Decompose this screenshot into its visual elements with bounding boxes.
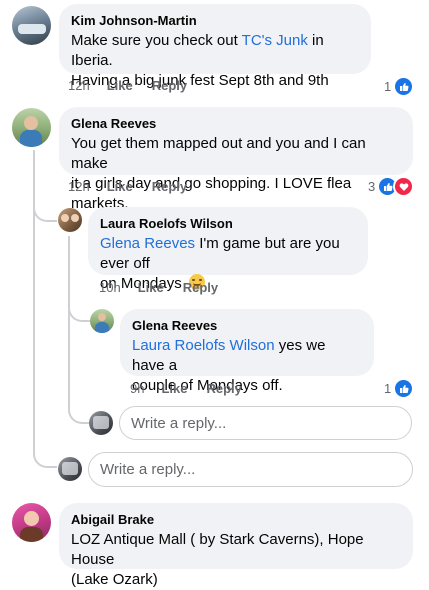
mention-link[interactable]: Laura Roelofs Wilson: [132, 337, 275, 354]
comment-time[interactable]: 12h: [68, 78, 90, 94]
page-link[interactable]: TC's Junk: [242, 32, 308, 49]
reply-input[interactable]: Write a reply...: [88, 452, 413, 487]
comment-meta: 9h Like Reply: [130, 381, 261, 397]
like-button[interactable]: Like: [138, 280, 164, 296]
comment-bubble: Glena Reeves You get them mapped out and…: [59, 107, 413, 212]
comment-bubble: Kim Johnson-Martin Make sure you check o…: [59, 4, 371, 89]
avatar: [89, 411, 113, 435]
comment-text-segment: (Lake Ozark): [71, 571, 158, 588]
avatar[interactable]: [58, 208, 82, 232]
comment-author[interactable]: Glena Reeves: [71, 115, 401, 132]
reply-button[interactable]: Reply: [183, 280, 218, 296]
comment-author[interactable]: Glena Reeves: [132, 317, 362, 334]
reply-button[interactable]: Reply: [152, 179, 187, 195]
reply-button[interactable]: Reply: [152, 78, 187, 94]
comment-text-segment: LOZ Antique Mall ( by Stark Caverns), Ho…: [71, 531, 364, 568]
comment-text: You get them mapped out and you and I ca…: [71, 134, 401, 214]
reaction-count: 1: [384, 78, 392, 94]
comment-meta: 12h Like Reply: [68, 179, 206, 195]
reaction-count: 1: [384, 380, 392, 396]
like-icon: [393, 76, 415, 97]
comment-author[interactable]: Kim Johnson-Martin: [71, 12, 359, 29]
comment-text-segment: You get them mapped out and you and I ca…: [71, 135, 366, 172]
avatar: [58, 457, 82, 481]
comment-author[interactable]: Abigail Brake: [71, 511, 401, 528]
comment-text: LOZ Antique Mall ( by Stark Caverns), Ho…: [71, 530, 401, 590]
comment-time[interactable]: 9h: [130, 381, 144, 397]
reply-button[interactable]: Reply: [206, 381, 241, 397]
mention-link[interactable]: Glena Reeves: [100, 235, 195, 252]
comment-time[interactable]: 12h: [68, 179, 90, 195]
reaction-summary[interactable]: 3: [368, 176, 415, 197]
avatar[interactable]: [90, 309, 114, 333]
like-button[interactable]: Like: [107, 78, 133, 94]
love-icon: [393, 176, 415, 197]
comment-time[interactable]: 10h: [99, 280, 121, 296]
avatar[interactable]: [12, 503, 51, 542]
like-button[interactable]: Like: [161, 381, 187, 397]
comment-bubble: Abigail Brake LOZ Antique Mall ( by Star…: [59, 503, 413, 588]
like-icon: [393, 378, 415, 399]
reaction-count: 3: [368, 178, 376, 194]
avatar[interactable]: [12, 6, 51, 45]
comment-bubble: Glena Reeves Laura Roelofs Wilson yes we…: [120, 309, 374, 394]
like-button[interactable]: Like: [107, 179, 133, 195]
comment-meta: 12h Like Reply: [68, 78, 206, 94]
reaction-summary[interactable]: 1: [384, 378, 415, 399]
avatar[interactable]: [12, 108, 51, 147]
reaction-summary[interactable]: 1: [384, 76, 415, 97]
comment-meta: 10h Like Reply: [99, 280, 237, 296]
comment-bubble: Laura Roelofs Wilson Glena Reeves I'm ga…: [88, 207, 368, 292]
comment-author[interactable]: Laura Roelofs Wilson: [100, 215, 356, 232]
comment-text-segment: Make sure you check out: [71, 32, 242, 49]
reply-input[interactable]: Write a reply...: [119, 406, 412, 440]
